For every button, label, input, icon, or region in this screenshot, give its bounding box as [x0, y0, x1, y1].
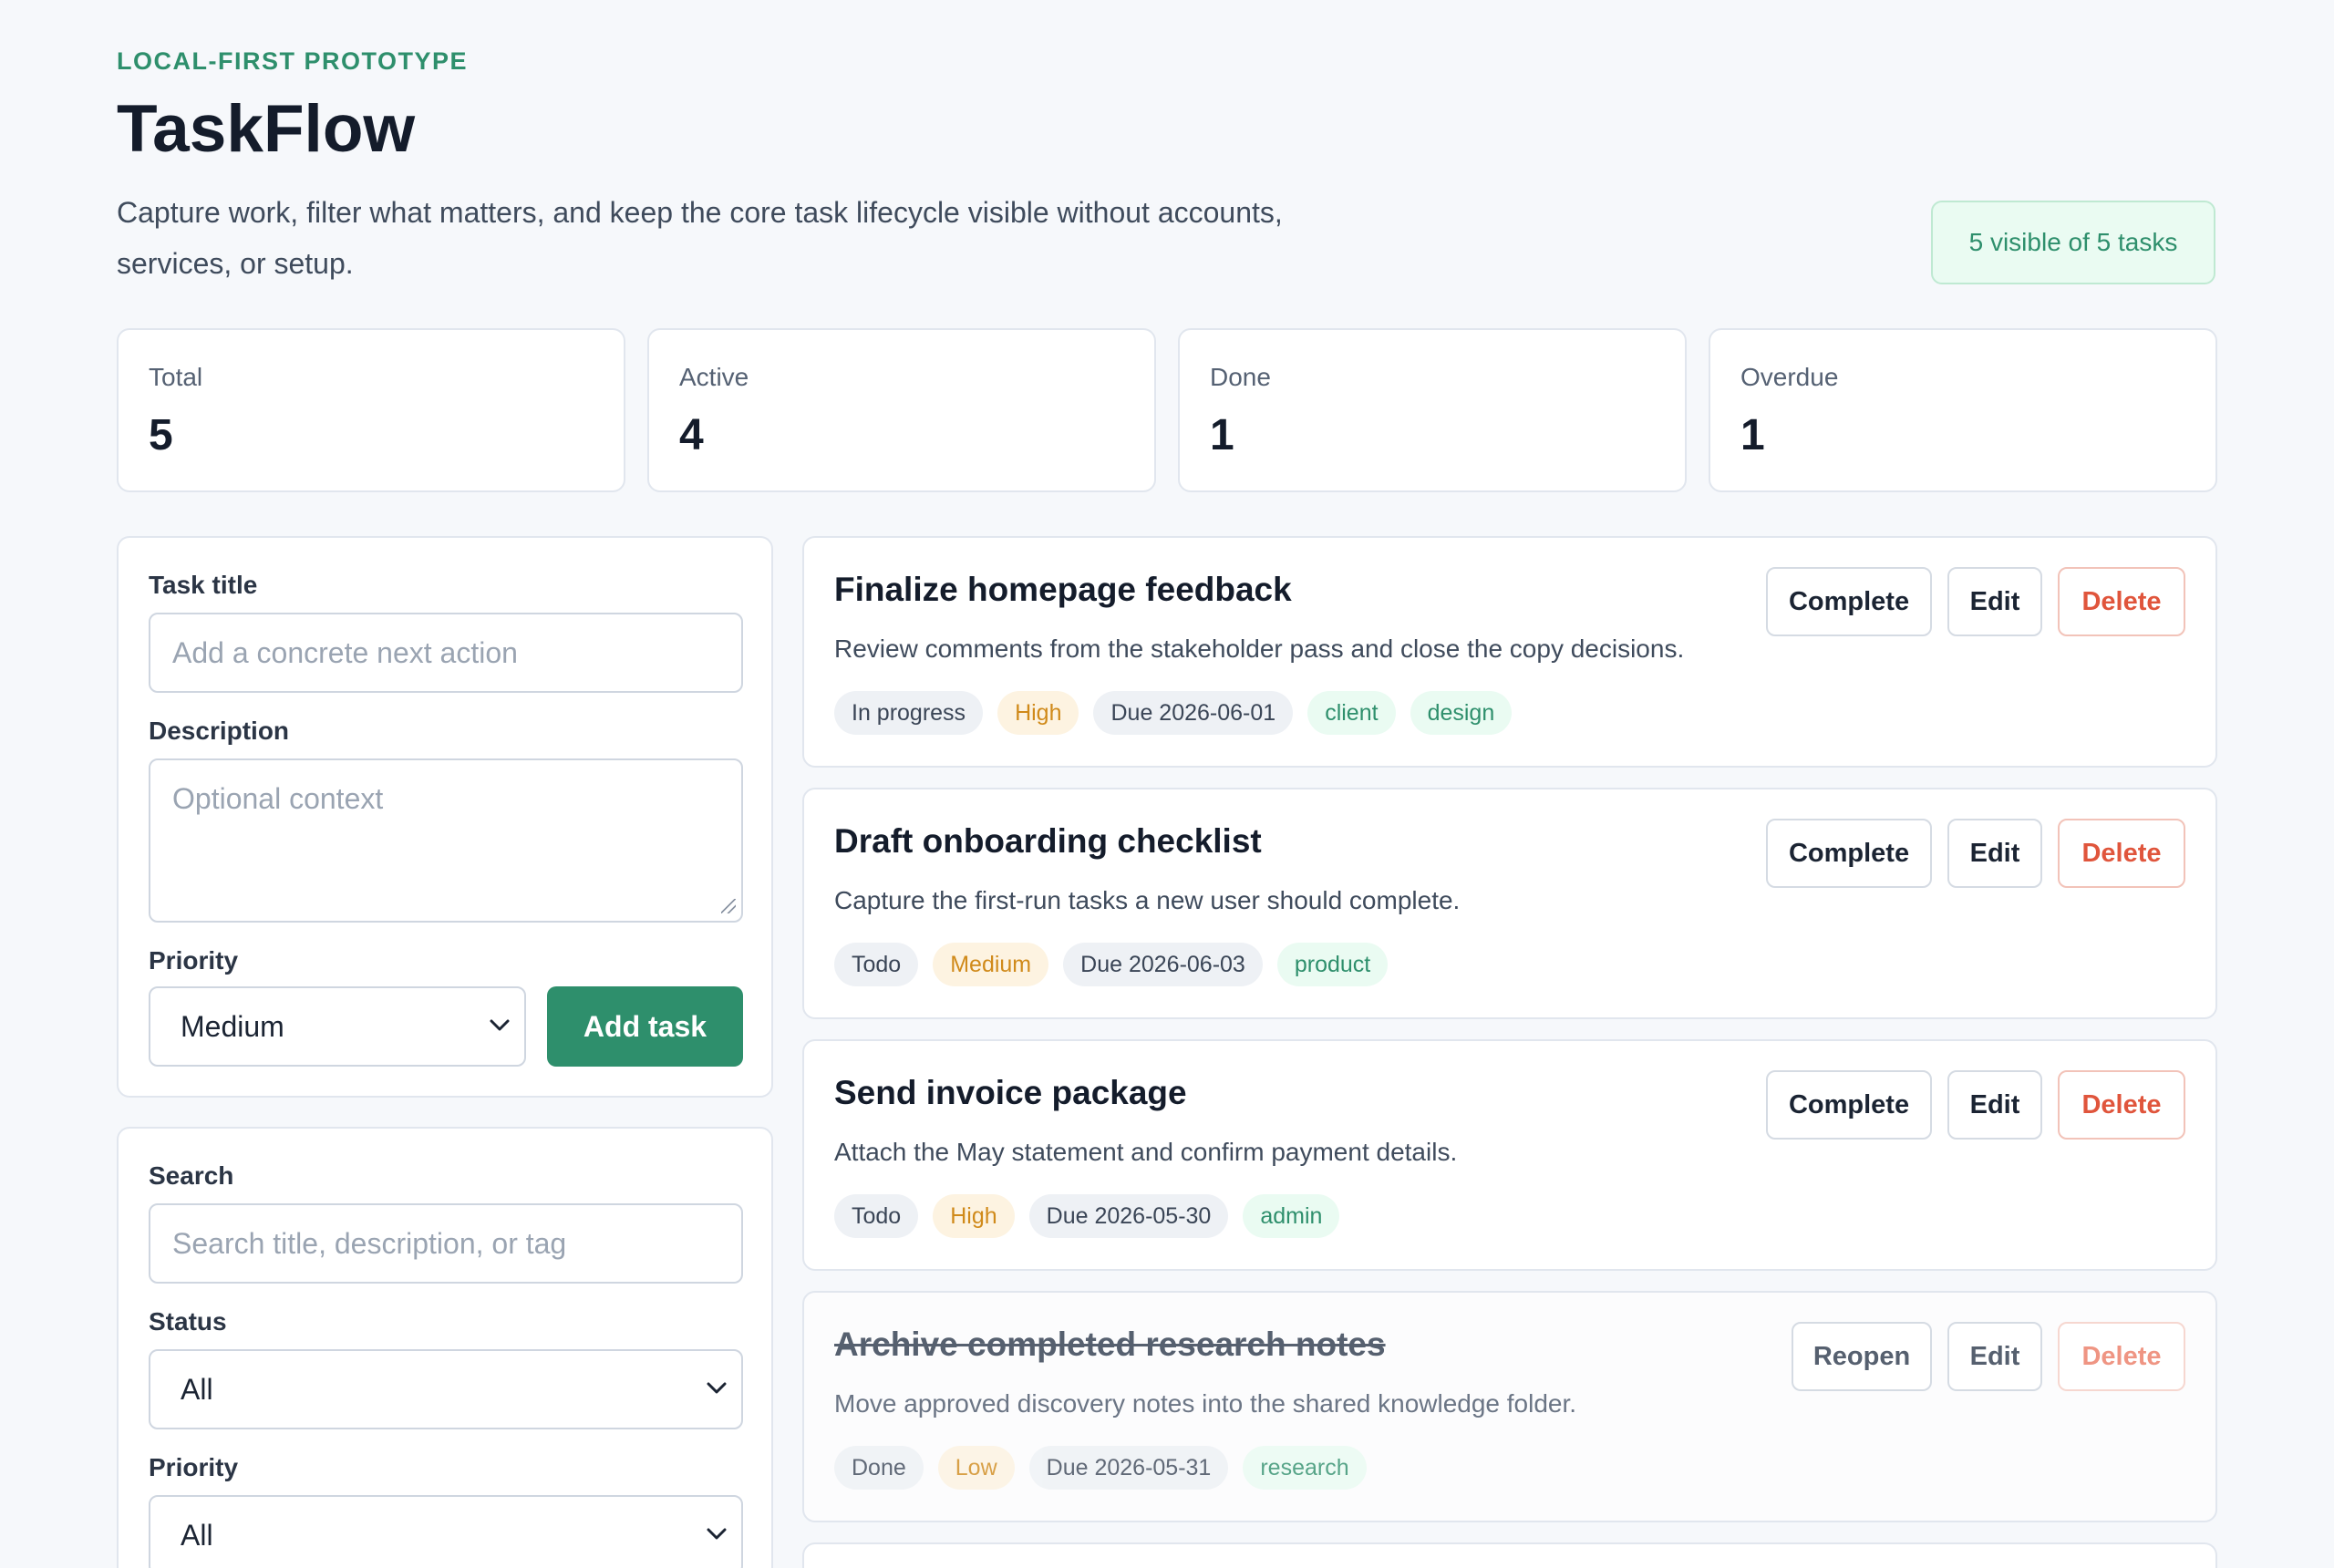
stat-card-total: Total 5 — [117, 328, 625, 492]
tagline: Capture work, filter what matters, and k… — [117, 196, 1283, 280]
stat-value: 1 — [1210, 411, 1234, 459]
priority-select[interactable]: Medium — [149, 986, 526, 1067]
status-badge: In progress — [834, 691, 984, 735]
stat-value: 4 — [679, 411, 704, 459]
description-textarea[interactable] — [149, 758, 743, 923]
delete-button[interactable]: Delete — [2058, 567, 2185, 636]
tag-badge: admin — [1243, 1194, 1340, 1238]
stat-label: Active — [679, 363, 749, 391]
task-chips: Todo Medium Due 2026-06-03 product — [834, 943, 1389, 986]
chevron-down-icon — [488, 1014, 511, 1037]
delete-button[interactable]: Delete — [2058, 1070, 2185, 1140]
priority-label: Priority — [149, 946, 239, 975]
task-card: Send invoice package Attach the May stat… — [802, 1039, 2217, 1271]
edit-button[interactable]: Edit — [1947, 1070, 2042, 1140]
delete-button[interactable]: Delete — [2058, 819, 2185, 888]
task-actions: Complete Edit Delete — [1766, 1070, 2185, 1140]
tag-badge: design — [1410, 691, 1513, 735]
task-title: Archive completed research notes — [834, 1326, 1386, 1363]
complete-button[interactable]: Complete — [1766, 567, 1932, 636]
tag-badge: product — [1276, 943, 1389, 986]
visible-count-badge: 5 visible of 5 tasks — [1931, 201, 2215, 284]
stat-value: 5 — [149, 411, 173, 459]
task-card: Finalize homepage feedback Review commen… — [802, 536, 2217, 768]
delete-button[interactable]: Delete — [2058, 1322, 2185, 1391]
task-title: Draft onboarding checklist — [834, 822, 1262, 860]
status-filter-select[interactable]: All — [149, 1349, 743, 1429]
status-filter-value: All — [181, 1372, 213, 1406]
status-badge: Todo — [834, 943, 919, 986]
create-task-panel: Task title Description Priority Medium A… — [117, 536, 773, 1098]
stat-label: Total — [149, 363, 203, 391]
task-title-input[interactable] — [149, 613, 743, 693]
due-date-badge: Due 2026-05-31 — [1028, 1446, 1229, 1490]
task-card-partial — [802, 1542, 2217, 1568]
priority-badge: Medium — [933, 943, 1049, 986]
reopen-button[interactable]: Reopen — [1792, 1322, 1932, 1391]
stat-card-active: Active 4 — [647, 328, 1156, 492]
stat-label: Done — [1210, 363, 1271, 391]
priority-select-value: Medium — [181, 1009, 284, 1043]
task-title: Finalize homepage feedback — [834, 571, 1292, 608]
chevron-down-icon — [705, 1522, 728, 1546]
task-description: Capture the first-run tasks a new user s… — [834, 886, 1461, 914]
priority-badge: High — [933, 1194, 1015, 1238]
task-card-done: Archive completed research notes Move ap… — [802, 1291, 2217, 1522]
tag-badge: client — [1307, 691, 1396, 735]
taskflow-app: LOCAL-FIRST PROTOTYPE TaskFlow Capture w… — [0, 0, 2334, 1568]
stat-card-done: Done 1 — [1178, 328, 1687, 492]
priority-filter-label: Priority — [149, 1453, 239, 1481]
add-task-button[interactable]: Add task — [547, 986, 743, 1067]
task-actions: Complete Edit Delete — [1766, 567, 2185, 636]
description-wrapper — [119, 758, 775, 923]
due-date-badge: Due 2026-05-30 — [1028, 1194, 1229, 1238]
eyebrow-label: LOCAL-FIRST PROTOTYPE — [117, 47, 469, 75]
task-title: Send invoice package — [834, 1074, 1187, 1111]
search-input[interactable] — [149, 1203, 743, 1284]
search-label: Search — [149, 1161, 234, 1190]
stat-label: Overdue — [1740, 363, 1839, 391]
priority-badge: High — [997, 691, 1079, 735]
edit-button[interactable]: Edit — [1947, 819, 2042, 888]
task-actions: Complete Edit Delete — [1766, 819, 2185, 888]
task-card: Draft onboarding checklist Capture the f… — [802, 788, 2217, 1019]
task-chips: In progress High Due 2026-06-01 client d… — [834, 691, 1513, 735]
complete-button[interactable]: Complete — [1766, 1070, 1932, 1140]
edit-button[interactable]: Edit — [1947, 1322, 2042, 1391]
description-label: Description — [149, 717, 290, 745]
status-badge: Done — [834, 1446, 924, 1490]
task-description: Move approved discovery notes into the s… — [834, 1389, 1577, 1418]
stat-card-overdue: Overdue 1 — [1709, 328, 2217, 492]
resize-grip-icon[interactable] — [721, 899, 736, 913]
task-title-label: Task title — [149, 571, 258, 599]
task-chips: Done Low Due 2026-05-31 research — [834, 1446, 1367, 1490]
tag-badge: research — [1243, 1446, 1367, 1490]
task-description: Attach the May statement and confirm pay… — [834, 1138, 1458, 1166]
due-date-badge: Due 2026-06-01 — [1093, 691, 1294, 735]
priority-badge: Low — [937, 1446, 1015, 1490]
stat-value: 1 — [1740, 411, 1765, 459]
task-chips: Todo High Due 2026-05-30 admin — [834, 1194, 1340, 1238]
priority-filter-select[interactable]: All — [149, 1495, 743, 1568]
due-date-badge: Due 2026-06-03 — [1063, 943, 1263, 986]
task-description: Review comments from the stakeholder pas… — [834, 634, 1685, 663]
chevron-down-icon — [705, 1377, 728, 1400]
filter-panel: Search Status All Priority All — [117, 1127, 773, 1568]
status-badge: Todo — [834, 1194, 919, 1238]
page-title: TaskFlow — [117, 92, 416, 166]
task-actions: Reopen Edit Delete — [1792, 1322, 2185, 1391]
complete-button[interactable]: Complete — [1766, 819, 1932, 888]
edit-button[interactable]: Edit — [1947, 567, 2042, 636]
priority-filter-value: All — [181, 1518, 213, 1552]
status-filter-label: Status — [149, 1307, 227, 1336]
